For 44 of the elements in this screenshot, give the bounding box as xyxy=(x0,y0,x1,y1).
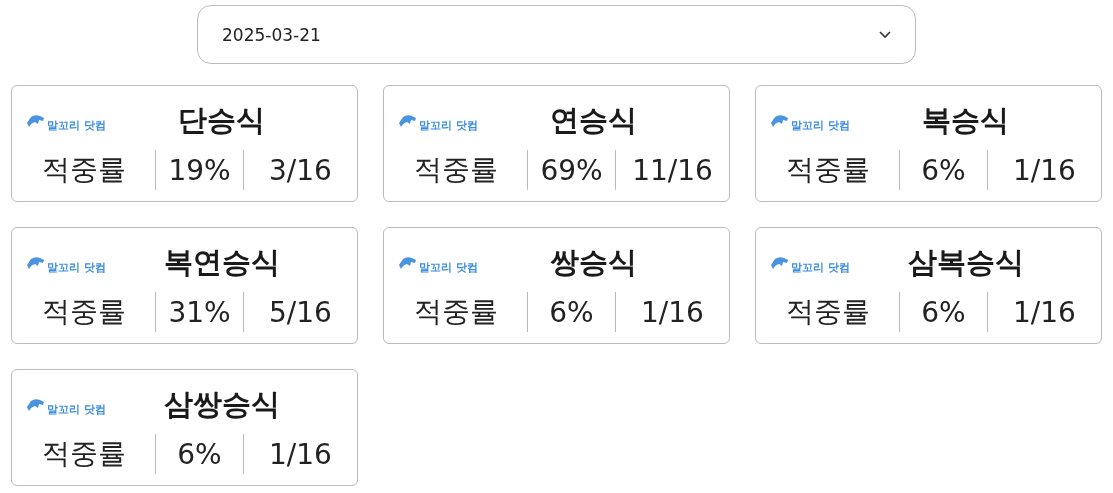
stat-label: 적중률 xyxy=(40,436,127,472)
card-title: 쌍승식 xyxy=(549,244,638,281)
hit-count: 1/16 xyxy=(243,434,357,474)
card-title: 복연승식 xyxy=(162,244,281,281)
horse-icon xyxy=(398,256,418,270)
chevron-down-icon xyxy=(879,30,891,39)
stat-label: 적중률 xyxy=(784,294,871,330)
hit-rate: 19% xyxy=(155,150,243,190)
horse-icon xyxy=(26,398,46,412)
card-title: 삼쌍승식 xyxy=(162,386,281,423)
logo-text: 말꼬리 닷컴 xyxy=(47,117,106,133)
horse-icon xyxy=(770,114,790,128)
hit-rate: 6% xyxy=(155,434,243,474)
hit-rate: 31% xyxy=(155,292,243,332)
logo-text: 말꼬리 닷컴 xyxy=(419,259,478,275)
date-select[interactable]: 2025-03-21 xyxy=(197,5,916,64)
hit-count: 3/16 xyxy=(243,150,357,190)
horse-icon xyxy=(398,114,418,128)
card-title: 복승식 xyxy=(921,102,1010,139)
hit-count: 1/16 xyxy=(615,292,729,332)
hit-rate: 6% xyxy=(527,292,615,332)
horse-icon xyxy=(770,256,790,270)
logo-text: 말꼬리 닷컴 xyxy=(419,117,478,133)
hit-rate: 6% xyxy=(899,292,987,332)
stat-label: 적중률 xyxy=(40,152,127,188)
card-title: 단승식 xyxy=(177,102,266,139)
horse-icon xyxy=(26,256,46,270)
hit-rate: 6% xyxy=(899,150,987,190)
stat-label: 적중률 xyxy=(784,152,871,188)
stat-label: 적중률 xyxy=(412,152,499,188)
hit-count: 5/16 xyxy=(243,292,357,332)
hit-count: 1/16 xyxy=(987,150,1101,190)
hit-count: 1/16 xyxy=(987,292,1101,332)
logo-text: 말꼬리 닷컴 xyxy=(791,259,850,275)
card-title: 연승식 xyxy=(549,102,638,139)
logo-text: 말꼬리 닷컴 xyxy=(791,117,850,133)
logo-text: 말꼬리 닷컴 xyxy=(47,401,106,417)
stat-label: 적중률 xyxy=(412,294,499,330)
stat-label: 적중률 xyxy=(40,294,127,330)
hit-count: 11/16 xyxy=(615,150,729,190)
card-title: 삼복승식 xyxy=(906,244,1025,281)
hit-rate: 69% xyxy=(527,150,615,190)
logo-text: 말꼬리 닷컴 xyxy=(47,259,106,275)
horse-icon xyxy=(26,114,46,128)
